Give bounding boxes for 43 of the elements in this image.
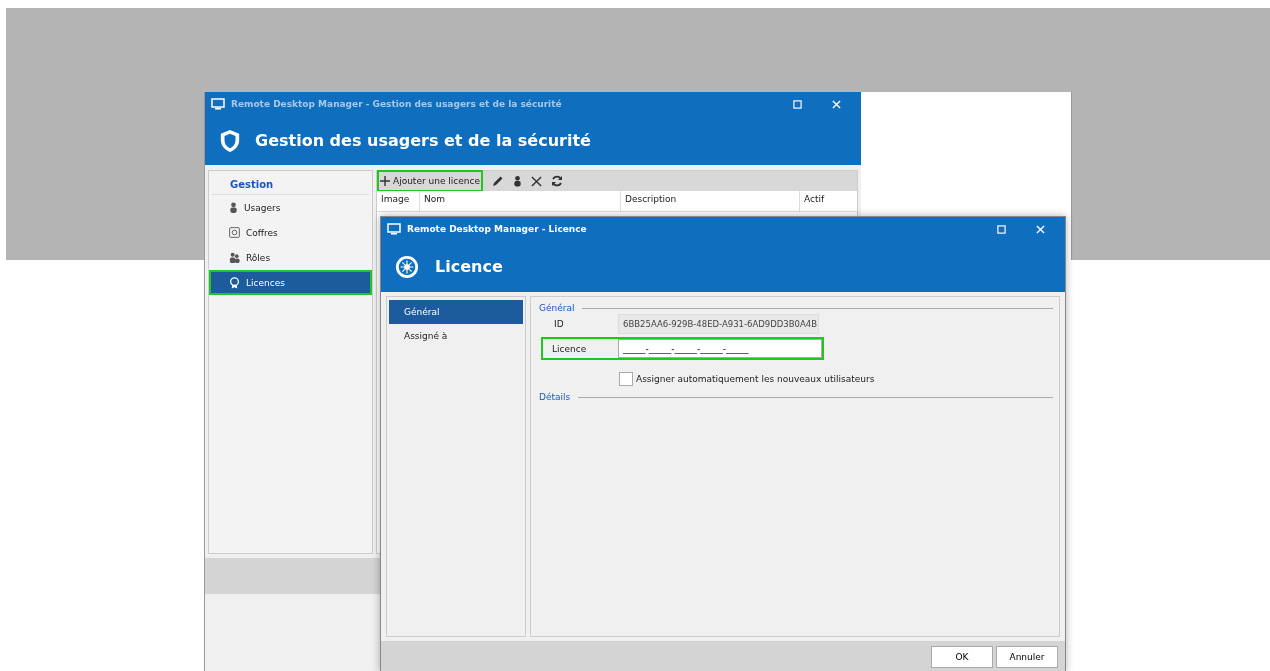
nav-item[interactable]: Assigné à (389, 324, 523, 348)
sidebar-item[interactable]: Licences (209, 270, 372, 295)
plus-icon (380, 176, 390, 186)
sidebar-item[interactable]: Usagers (209, 195, 372, 220)
column-header[interactable]: Image (377, 191, 420, 211)
delete-icon[interactable] (531, 175, 542, 187)
person-icon[interactable] (513, 175, 522, 187)
nav-item[interactable]: Général (389, 300, 523, 324)
pencil-icon[interactable] (492, 175, 504, 187)
sidebar-item[interactable]: Coffres (209, 220, 372, 245)
section-title: Général (539, 303, 575, 313)
sidebar-item[interactable]: Rôles (209, 245, 372, 270)
column-header[interactable]: Nom (420, 191, 621, 211)
id-field: 6BB25AA6-929B-48ED-A931-6AD9DD3B0A4B (618, 314, 819, 334)
person-icon (229, 202, 238, 213)
window-title: Remote Desktop Manager - Licence (407, 224, 588, 234)
auto-assign-checkbox[interactable]: Assigner automatiquement les nouveaux utilisateurs (619, 372, 1053, 386)
close-icon[interactable] (1036, 224, 1045, 234)
maximize-icon[interactable] (997, 224, 1006, 234)
licence-input-field[interactable]: _____-_____-_____-_____-_____ (618, 339, 822, 358)
window-heading: Gestion des usagers et de la sécurité (255, 131, 591, 150)
monitor-icon (211, 98, 225, 110)
field-label: Licence (551, 343, 588, 354)
dialog-heading: Licence (435, 257, 503, 276)
column-header[interactable]: Actif (800, 191, 857, 211)
field-label: ID (553, 319, 565, 329)
sidebar-header: Gestion (212, 171, 369, 195)
gear-icon (395, 254, 419, 279)
shield-icon (219, 128, 241, 153)
window-title: Remote Desktop Manager - Gestion des usagers et de la sécurité (231, 99, 563, 109)
maximize-icon[interactable] (793, 99, 802, 109)
monitor-icon (387, 223, 401, 235)
dialog-button[interactable]: Annuler (996, 645, 1058, 668)
safe-icon (229, 227, 240, 238)
badge-icon (229, 276, 240, 289)
add-licence-button[interactable]: Ajouter une licence (377, 170, 483, 192)
checkbox[interactable] (619, 372, 633, 386)
people-icon (229, 252, 240, 263)
dialog-button[interactable]: OK (931, 645, 993, 668)
refresh-icon[interactable] (551, 175, 563, 187)
section-title: Détails (539, 392, 571, 402)
column-header[interactable]: Description (621, 191, 800, 211)
close-icon[interactable] (832, 99, 841, 109)
